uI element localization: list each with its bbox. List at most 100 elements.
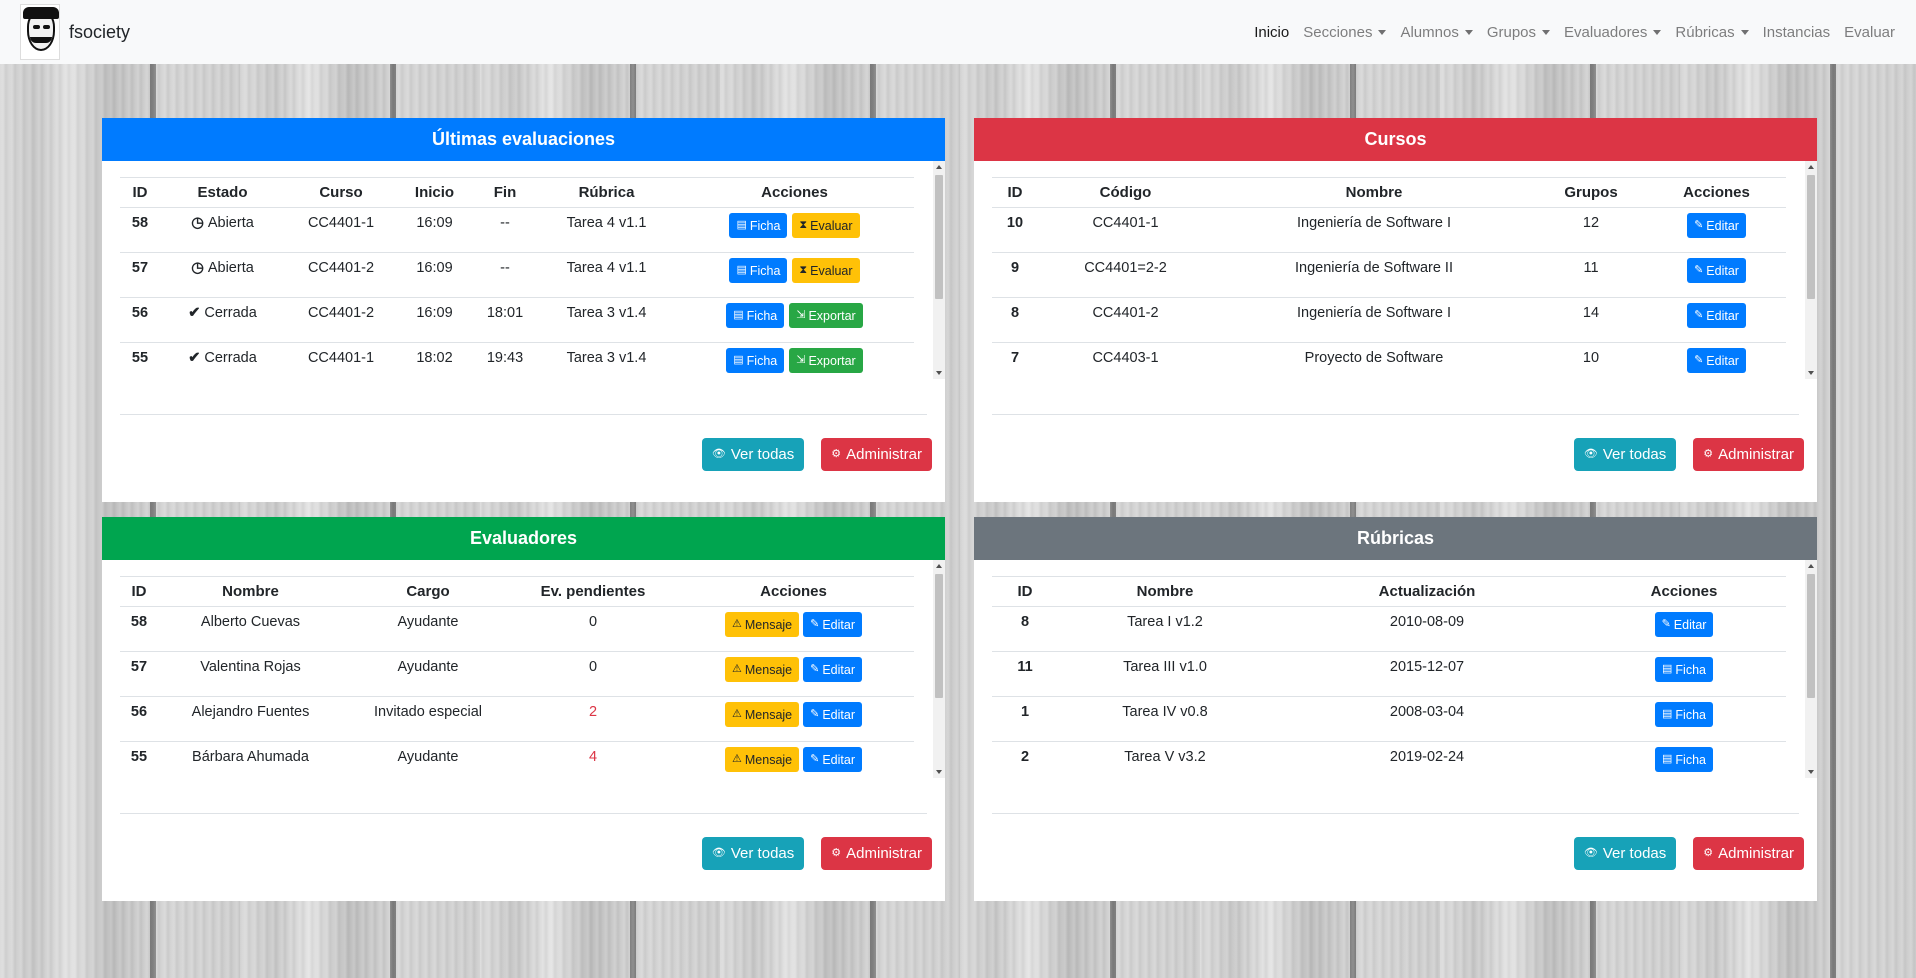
editar-button[interactable]: ✎ Editar [1687, 258, 1746, 283]
brand-link[interactable]: fsociety [20, 4, 130, 60]
clock-icon: ◷ [191, 215, 204, 231]
editar-button[interactable]: ✎ Editar [1687, 348, 1746, 373]
table-cell: 10 [1535, 342, 1647, 379]
status-label: Abierta [207, 215, 254, 231]
table-cell: Tarea III v1.0 [1058, 651, 1272, 697]
nav-inicio[interactable]: Inicio [1247, 24, 1296, 41]
ver-todas-button[interactable]: 👁 Ver todas [701, 837, 805, 870]
mensaje-button[interactable]: ⚠ Mensaje [725, 702, 800, 727]
exportar-button[interactable]: ⇲ Exportar [789, 303, 863, 328]
editar-button[interactable]: ✎ Editar [803, 612, 862, 637]
mensaje-button[interactable]: ⚠ Mensaje [725, 747, 800, 772]
row-id: 8 [992, 606, 1058, 652]
file-export-icon: ⇲ [796, 354, 806, 366]
ficha-button[interactable]: ▤ Ficha [726, 303, 785, 328]
table-cell: 2015-12-07 [1272, 651, 1582, 697]
button-label: Editar [1706, 353, 1739, 368]
ficha-button[interactable]: ▤ Ficha [1655, 657, 1713, 682]
actions-cell: ✎ Editar [1647, 252, 1786, 298]
nav-evaluar[interactable]: Evaluar [1837, 24, 1902, 41]
column-header: Ev. pendientes [513, 576, 673, 607]
nav-menu: Inicio Secciones Alumnos Grupos Evaluadores R… [1247, 24, 1902, 41]
ficha-button[interactable]: ▤ Ficha [729, 213, 788, 238]
table-cell: Invitado especial [343, 696, 513, 742]
administrar-button[interactable]: ⚙ Administrar [821, 438, 932, 471]
administrar-button[interactable]: ⚙ Administrar [1693, 837, 1804, 870]
table-cell: Tarea IV v0.8 [1058, 696, 1272, 742]
editar-button[interactable]: ✎ Editar [1687, 213, 1746, 238]
actions-cell: ▤ Ficha [1582, 651, 1786, 697]
administrar-button[interactable]: ⚙ Administrar [821, 837, 932, 870]
actions-cell: ✎ Editar [1647, 207, 1786, 253]
scrollbar[interactable] [933, 560, 945, 778]
editar-button[interactable]: ✎ Editar [803, 657, 862, 682]
table-row: 10 CC4401-1 Ingeniería de Software I 12 ✎ Edi… [992, 207, 1786, 253]
ver-todas-button[interactable]: 👁 Ver todas [701, 438, 805, 471]
column-header: Nombre [1058, 576, 1272, 607]
editar-button[interactable]: ✎ Editar [1654, 612, 1714, 637]
column-header: Fin [472, 177, 538, 208]
administrar-button[interactable]: ⚙ Administrar [1693, 438, 1804, 471]
divider [120, 414, 927, 415]
caret-down-icon [1542, 29, 1551, 35]
nav-alumnos[interactable]: Alumnos [1393, 24, 1479, 41]
caret-down-icon [1464, 29, 1473, 35]
evaluaciones-table-scroll[interactable]: ID Estado Curso Inicio Fin Rúbrica Acciones 58… [120, 161, 945, 379]
table-cell: Tarea I v1.2 [1058, 606, 1272, 652]
editar-button[interactable]: ✎ Editar [1687, 303, 1746, 328]
button-label: Evaluar [810, 218, 853, 233]
table-cell: CC4401=2-2 [1038, 252, 1213, 298]
row-id: 7 [992, 342, 1038, 379]
table-row: 56 ✔ Cerrada CC4401-2 16:09 18:01 Tarea 3 v1.4… [120, 297, 914, 343]
actions-cell: ⚠ Mensaje ✎ Editar [673, 741, 914, 778]
fsociety-mask-logo [20, 4, 60, 60]
row-id: 58 [120, 207, 160, 253]
nav-secciones[interactable]: Secciones [1296, 24, 1393, 41]
table-cell: Tarea 3 v1.4 [538, 342, 675, 379]
actions-cell: ▤ Ficha ⇲ Exportar [675, 342, 914, 379]
column-header: Acciones [675, 177, 914, 208]
rubricas-table-scroll[interactable]: ID Nombre Actualización Acciones 8 Tarea I v… [992, 560, 1817, 778]
card-cursos: Cursos ID Código Nombre Grupos Acciones 10 CC… [974, 118, 1817, 502]
ficha-button[interactable]: ▤ Ficha [1655, 747, 1713, 772]
editar-button[interactable]: ✎ Editar [803, 702, 862, 727]
check-icon: ✔ [188, 350, 201, 366]
card-title: Cursos [974, 118, 1817, 161]
button-label: Ver todas [730, 845, 795, 862]
table-cell: 14 [1535, 297, 1647, 343]
table-cell: CC4401-2 [1038, 297, 1213, 343]
table-cell: Tarea 3 v1.4 [538, 297, 675, 343]
table-row: 58 Alberto Cuevas Ayudante 0 ⚠ Mensaje ✎ Editar [120, 606, 914, 652]
table-row: 57 ◷ Abierta CC4401-2 16:09 -- Tarea 4 v1.1 ▤ Fi… [120, 252, 914, 298]
warning-icon: ⚠ [732, 753, 742, 765]
cursos-table-scroll[interactable]: ID Código Nombre Grupos Acciones 10 CC4401-1 I… [992, 161, 1817, 379]
nav-grupos[interactable]: Grupos [1480, 24, 1557, 41]
mensaje-button[interactable]: ⚠ Mensaje [725, 657, 800, 682]
button-label: Ficha [749, 218, 781, 233]
scrollbar[interactable] [1805, 560, 1817, 778]
scrollbar[interactable] [933, 161, 945, 379]
ver-todas-button[interactable]: 👁 Ver todas [1573, 438, 1677, 471]
scrollbar[interactable] [1805, 161, 1817, 379]
evaluar-button[interactable]: ⧗ Evaluar [792, 213, 860, 238]
brand-name: fsociety [69, 21, 131, 42]
evaluadores-table-scroll[interactable]: ID Nombre Cargo Ev. pendientes Acciones 58 Al… [120, 560, 945, 778]
mensaje-button[interactable]: ⚠ Mensaje [725, 612, 800, 637]
editar-button[interactable]: ✎ Editar [803, 747, 862, 772]
ficha-button[interactable]: ▤ Ficha [729, 258, 788, 283]
nav-instancias[interactable]: Instancias [1756, 24, 1838, 41]
column-header: Acciones [673, 576, 914, 607]
button-label: Ver todas [1602, 446, 1667, 463]
column-header: Acciones [1582, 576, 1786, 607]
exportar-button[interactable]: ⇲ Exportar [789, 348, 863, 373]
ficha-button[interactable]: ▤ Ficha [726, 348, 785, 373]
card-title: Últimas evaluaciones [102, 118, 945, 161]
ver-todas-button[interactable]: 👁 Ver todas [1573, 837, 1677, 870]
evaluar-button[interactable]: ⧗ Evaluar [792, 258, 860, 283]
nav-rbricas[interactable]: Rúbricas [1668, 24, 1755, 41]
table-cell: -- [472, 252, 538, 298]
nav-evaluadores[interactable]: Evaluadores [1557, 24, 1668, 41]
ficha-button[interactable]: ▤ Ficha [1655, 702, 1713, 727]
table-cell: 16:09 [397, 297, 472, 343]
table-cell: CC4401-2 [285, 297, 397, 343]
